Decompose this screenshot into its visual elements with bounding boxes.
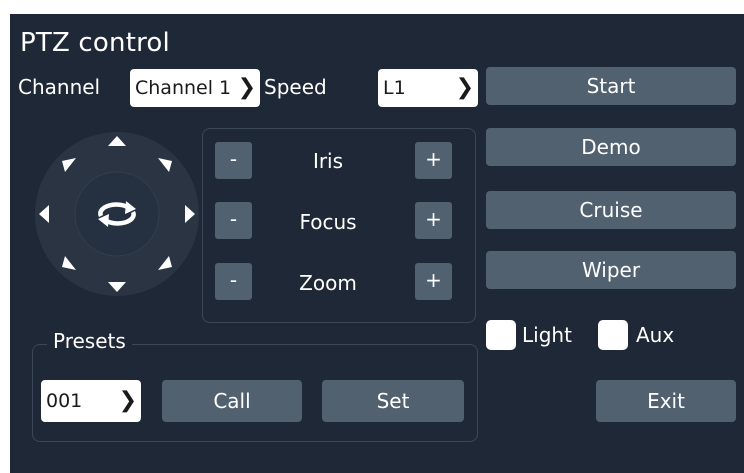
channel-select[interactable]: Channel 1 ❯	[130, 69, 260, 107]
focus-minus-button[interactable]: -	[215, 202, 252, 239]
iris-plus-button[interactable]: +	[415, 142, 452, 179]
panel-title: PTZ control	[20, 28, 170, 58]
chevron-right-icon: ❯	[237, 75, 256, 100]
channel-label: Channel	[18, 75, 101, 99]
set-preset-button[interactable]: Set	[322, 380, 464, 422]
chevron-right-icon: ❯	[118, 388, 137, 413]
cruise-button[interactable]: Cruise	[486, 191, 736, 229]
light-checkbox[interactable]	[486, 320, 516, 350]
zoom-label: Zoom	[299, 271, 357, 295]
preset-select-value: 001	[46, 390, 83, 412]
direction-pad-graphic	[35, 132, 199, 296]
iris-label: Iris	[312, 149, 344, 173]
iris-minus-button[interactable]: -	[215, 142, 252, 179]
exit-button[interactable]: Exit	[596, 380, 736, 422]
direction-pad	[32, 129, 202, 299]
call-preset-button[interactable]: Call	[162, 380, 302, 422]
zoom-minus-button[interactable]: -	[215, 263, 252, 300]
direction-pad-inner	[74, 171, 160, 257]
aux-checkbox[interactable]	[598, 320, 628, 350]
presets-legend: Presets	[47, 329, 132, 353]
speed-label: Speed	[264, 75, 327, 99]
focus-plus-button[interactable]: +	[415, 202, 452, 239]
zoom-plus-button[interactable]: +	[415, 263, 452, 300]
ptz-control-panel: PTZ control Channel Channel 1 ❯ Speed L1…	[10, 14, 744, 473]
speed-select[interactable]: L1 ❯	[378, 69, 478, 107]
start-button[interactable]: Start	[486, 67, 736, 105]
preset-select[interactable]: 001 ❯	[41, 380, 141, 422]
chevron-right-icon: ❯	[455, 75, 474, 100]
demo-button[interactable]: Demo	[486, 128, 736, 166]
wiper-button[interactable]: Wiper	[486, 251, 736, 289]
focus-label: Focus	[299, 210, 357, 234]
aux-checkbox-label: Aux	[636, 323, 675, 347]
channel-select-value: Channel 1	[135, 77, 232, 99]
light-checkbox-label: Light	[522, 323, 572, 347]
speed-select-value: L1	[383, 77, 406, 99]
